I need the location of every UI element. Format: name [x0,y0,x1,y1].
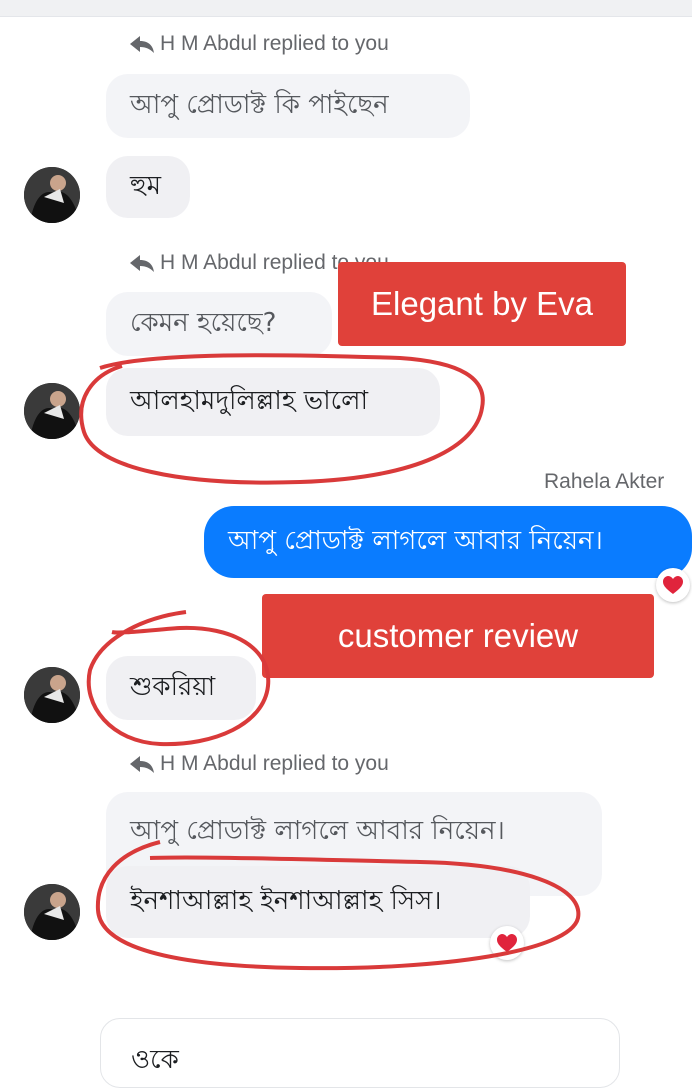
reply-header-text: H M Abdul replied to you [160,752,389,775]
avatar[interactable] [24,667,80,723]
partial-message-bubble[interactable]: ওকে [100,1018,620,1088]
reply-header-text: H M Abdul replied to you [160,32,389,55]
quoted-message[interactable]: কেমন হয়েছে? [106,292,332,356]
message-bubble[interactable]: শুকরিয়া [106,656,256,720]
message-bubble[interactable]: আলহামদুলিল্লাহ ভালো [106,368,440,436]
heart-icon [663,576,683,594]
avatar[interactable] [24,383,80,439]
reply-arrow-icon [130,255,154,272]
message-bubble[interactable]: ইনশাআল্লাহ ইনশাআল্লাহ সিস। [106,866,530,938]
quoted-message[interactable]: আপু প্রোডাক্ট কি পাইছেন [106,74,470,138]
avatar[interactable] [24,884,80,940]
message-bubble[interactable]: হুম [106,156,190,218]
outgoing-message-bubble[interactable]: আপু প্রোডাক্ট লাগলে আবার নিয়েন। [204,506,692,578]
top-bar [0,0,692,17]
message-text: ওকে [131,1045,179,1075]
heart-icon [497,934,517,952]
reaction[interactable] [490,926,524,960]
reply-arrow-icon [130,36,154,53]
reply-header: H M Abdul replied to you [128,32,389,56]
reply-header: H M Abdul replied to you [128,752,389,776]
review-label: customer review [262,594,654,678]
brand-label: Elegant by Eva [338,262,626,346]
reply-arrow-icon [130,756,154,773]
sender-name: Rahela Akter [544,470,665,493]
reaction[interactable] [656,568,690,602]
avatar[interactable] [24,167,80,223]
